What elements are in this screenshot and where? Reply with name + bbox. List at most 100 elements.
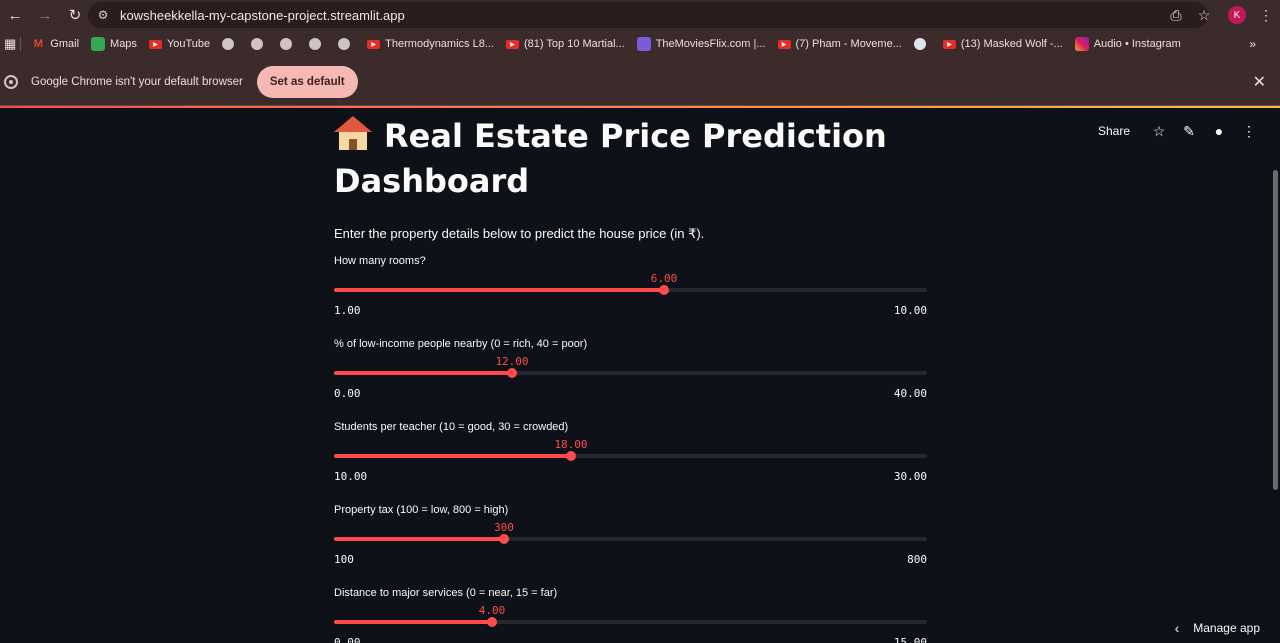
bookmark-globe-3[interactable] — [280, 38, 297, 50]
share-button[interactable]: Share — [1098, 124, 1130, 138]
slider-thumb[interactable] — [487, 617, 497, 627]
browser-menu-icon[interactable]: ⋮ — [1252, 1, 1280, 29]
bookmark-maps[interactable]: Maps — [91, 37, 137, 51]
bookmark-masked-wolf[interactable]: ▶ (13) Masked Wolf -... — [942, 38, 1063, 50]
manage-app-label: Manage app — [1193, 621, 1260, 635]
profile-avatar[interactable]: K — [1228, 6, 1246, 24]
chrome-logo-icon — [4, 74, 18, 89]
main-content: Real Estate Price Prediction Dashboard E… — [334, 112, 927, 242]
slider-field: Students per teacher (10 = good, 30 = cr… — [334, 421, 927, 491]
scrollbar-thumb[interactable] — [1273, 170, 1278, 490]
install-app-icon[interactable]: ⎙ — [1162, 1, 1190, 29]
address-bar[interactable]: ⚙ kowsheekkella-my-capstone-project.stre… — [88, 2, 1208, 28]
back-icon[interactable]: ← — [0, 1, 30, 29]
bookmark-globe-4[interactable] — [309, 38, 326, 50]
page-title-text: Real Estate Price Prediction Dashboard — [334, 117, 887, 200]
youtube-icon: ▶ — [367, 39, 381, 49]
slider-fill — [334, 454, 571, 458]
bookmark-pham[interactable]: ▶ (7) Pham - Moveme... — [777, 38, 902, 50]
slider-field: Property tax (100 = low, 800 = high) 300 1… — [334, 504, 927, 574]
bookmark-star-icon[interactable]: ☆ — [1190, 1, 1218, 29]
slider-label: Distance to major services (0 = near, 15… — [334, 587, 558, 599]
slider-thumb[interactable] — [566, 451, 576, 461]
slider-current-value: 12.00 — [495, 355, 529, 368]
slider-min-value: 10.00 — [334, 470, 368, 483]
chevron-left-icon: ‹ — [1174, 620, 1180, 636]
reload-icon[interactable]: ↻ — [60, 1, 90, 29]
slider-track[interactable] — [334, 285, 927, 295]
slider-field: Distance to major services (0 = near, 15… — [334, 587, 927, 643]
streamlit-accent-bar — [0, 106, 1280, 108]
page-subtitle: Enter the property details below to pred… — [334, 226, 705, 241]
bookmark-thermodynamics[interactable]: ▶ Thermodynamics L8... — [367, 38, 494, 50]
page-title: Real Estate Price Prediction Dashboard — [334, 114, 927, 204]
slider-fill — [334, 537, 504, 541]
url-text[interactable]: kowsheekkella-my-capstone-project.stream… — [120, 8, 405, 23]
globe-icon — [251, 38, 264, 50]
slider-min-value: 0.00 — [334, 636, 361, 643]
slider-label: How many rooms? — [334, 255, 426, 267]
bookmark-martial[interactable]: ▶ (81) Top 10 Martial... — [506, 38, 625, 50]
bookmarks-separator — [20, 37, 22, 51]
more-bookmarks-icon[interactable]: » — [1249, 37, 1256, 51]
slider-track[interactable] — [334, 368, 927, 378]
slider-field: How many rooms? 6.00 1.00 10.00 — [334, 255, 927, 325]
youtube-icon: ▶ — [148, 39, 162, 49]
slider-min-value: 0.00 — [334, 387, 361, 400]
bookmark-globe-1[interactable] — [222, 38, 239, 50]
youtube-icon: ▶ — [777, 39, 791, 49]
forward-icon[interactable]: → — [30, 1, 60, 29]
bookmark-wordpress[interactable] — [913, 38, 931, 50]
infobar-text: Google Chrome isn't your default browser — [31, 75, 243, 88]
slider-thumb[interactable] — [499, 534, 509, 544]
house-icon — [334, 116, 372, 150]
bookmark-gmail[interactable]: M Gmail — [31, 37, 79, 51]
instagram-icon — [1074, 37, 1089, 51]
bookmark-globe-5[interactable] — [338, 38, 355, 50]
slider-label: Students per teacher (10 = good, 30 = cr… — [334, 421, 569, 433]
house-roof — [334, 116, 372, 132]
slider-label: % of low-income people nearby (0 = rich,… — [334, 338, 588, 350]
slider-label: Property tax (100 = low, 800 = high) — [334, 504, 509, 516]
site-settings-icon[interactable]: ⚙ — [90, 2, 116, 28]
default-browser-infobar: Google Chrome isn't your default browser… — [0, 58, 1280, 106]
star-icon[interactable]: ☆ — [1144, 118, 1174, 144]
slider-fill — [334, 620, 492, 624]
slider-current-value: 300 — [494, 521, 514, 534]
slider-max-value: 800 — [907, 553, 927, 566]
slider-field: % of low-income people nearby (0 = rich,… — [334, 338, 927, 408]
manage-app-button[interactable]: ‹ Manage app — [1175, 620, 1260, 636]
slider-fill — [334, 371, 512, 375]
slider-max-value: 15.00 — [893, 636, 927, 643]
set-default-button[interactable]: Set as default — [256, 65, 358, 98]
slider-max-value: 10.00 — [893, 304, 927, 317]
close-icon[interactable]: ✕ — [1253, 72, 1266, 92]
slider-min-value: 100 — [334, 553, 354, 566]
bookmarks-bar: ▦ M Gmail Maps ▶ YouTube ▶ Thermodynamics L… — [0, 30, 1280, 58]
slider-thumb[interactable] — [659, 285, 669, 295]
github-icon[interactable]: ● — [1204, 118, 1234, 144]
edit-pencil-icon[interactable]: ✎ — [1174, 118, 1204, 144]
youtube-icon: ▶ — [506, 39, 519, 49]
app-menu-icon[interactable]: ⋮ — [1234, 118, 1264, 144]
browser-toolbar: ← → ↻ ⚙ kowsheekkella-my-capstone-projec… — [0, 0, 1280, 30]
bookmark-globe-2[interactable] — [251, 38, 268, 50]
globe-icon — [309, 38, 322, 50]
slider-min-value: 1.00 — [334, 304, 361, 317]
slider-track[interactable] — [334, 451, 927, 461]
bookmark-instagram[interactable]: Audio • Instagram — [1074, 37, 1181, 51]
youtube-icon: ▶ — [942, 39, 956, 49]
slider-thumb[interactable] — [507, 368, 517, 378]
slider-current-value: 6.00 — [650, 272, 678, 285]
slider-fill — [334, 288, 664, 292]
slider-max-value: 30.00 — [893, 470, 927, 483]
globe-icon — [222, 38, 235, 50]
slider-track[interactable] — [334, 617, 927, 627]
house-door — [349, 139, 357, 150]
apps-grid-icon[interactable]: ▦ — [4, 36, 16, 52]
wordpress-icon — [913, 38, 926, 50]
slider-track[interactable] — [334, 534, 927, 544]
bookmark-moviesflix[interactable]: TheMoviesFlix.com |... — [636, 37, 766, 51]
maps-icon — [91, 37, 106, 51]
bookmark-youtube[interactable]: ▶ YouTube — [148, 38, 210, 50]
